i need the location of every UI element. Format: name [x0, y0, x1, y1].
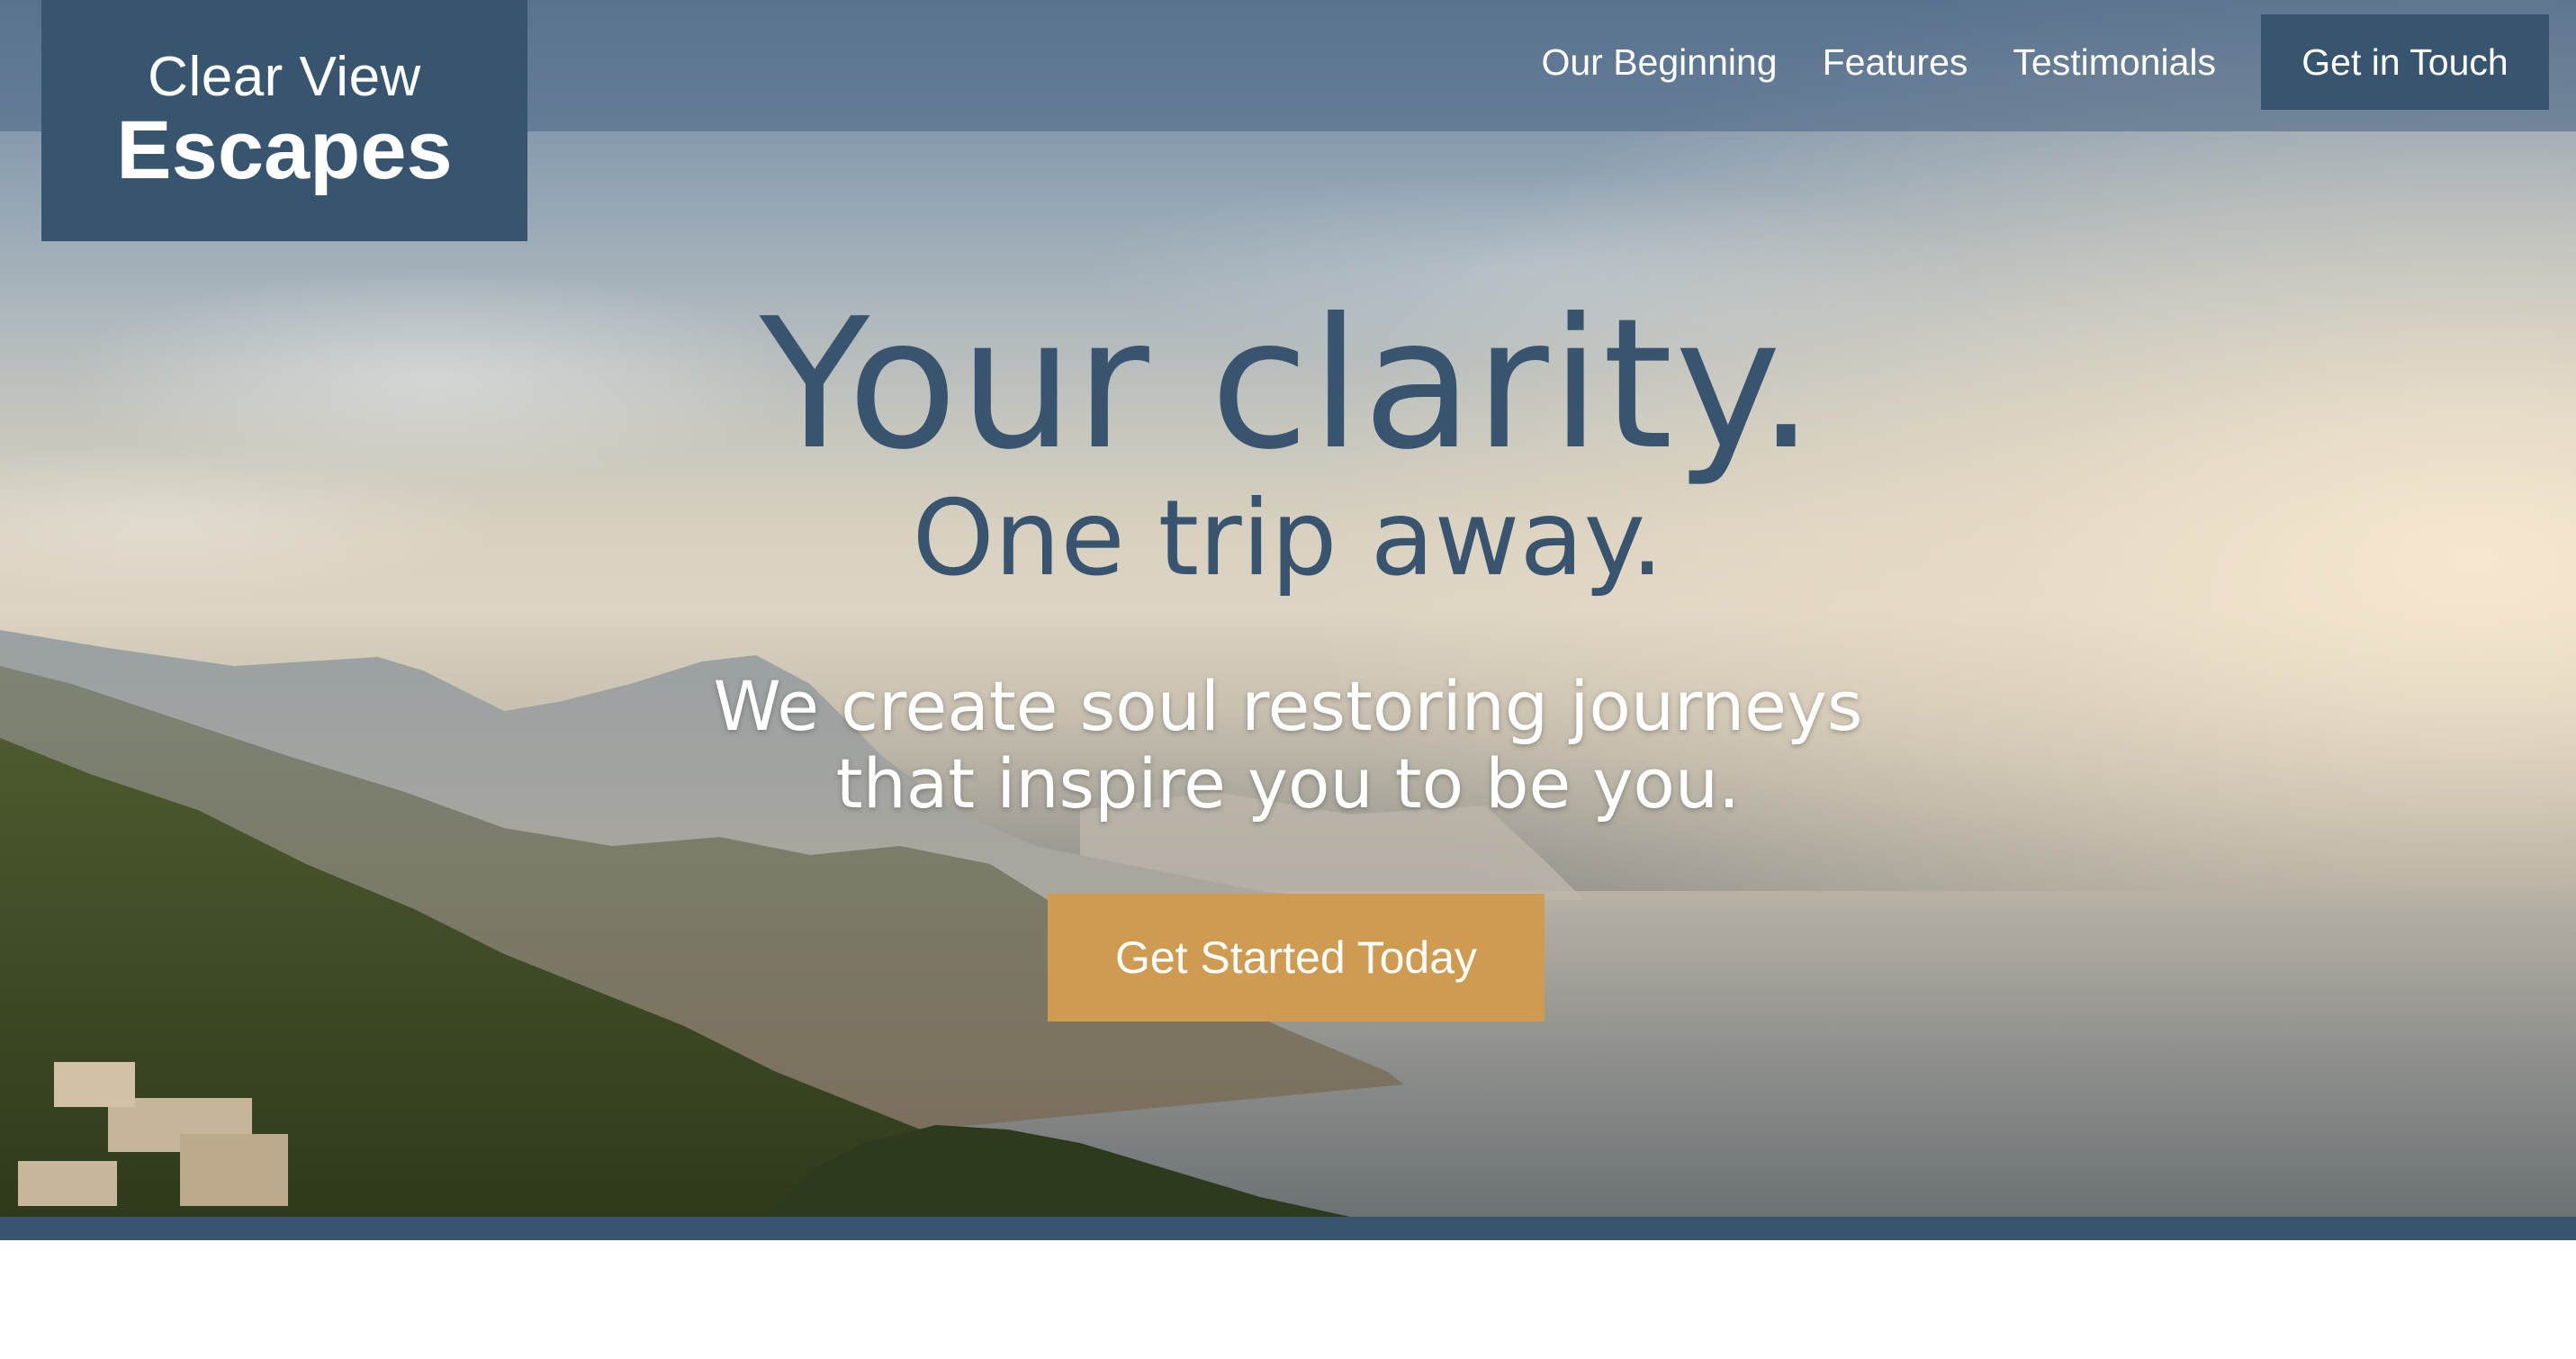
hero-headline: Your clarity.: [759, 280, 1817, 490]
hero-subheadline: One trip away.: [912, 478, 1664, 599]
logo-text-top: Clear View: [148, 46, 421, 108]
main-nav: Our Beginning Features Testimonials Get …: [1541, 14, 2549, 110]
hero-tagline-line1: We create soul restoring journeys: [713, 666, 1863, 746]
hero-tagline: We create soul restoring journeys that i…: [0, 668, 2576, 823]
nav-link-testimonials[interactable]: Testimonials: [2013, 41, 2216, 84]
logo-text-bottom: Escapes: [116, 104, 453, 196]
get-started-button[interactable]: Get Started Today: [1048, 894, 1545, 1022]
get-in-touch-button[interactable]: Get in Touch: [2261, 14, 2549, 110]
nav-link-features[interactable]: Features: [1823, 41, 1968, 84]
hero-bottom-border: [0, 1217, 2576, 1240]
site-logo[interactable]: Clear View Escapes: [41, 0, 527, 241]
hero-tagline-line2: that inspire you to be you.: [835, 743, 1741, 824]
nav-link-our-beginning[interactable]: Our Beginning: [1541, 41, 1777, 84]
